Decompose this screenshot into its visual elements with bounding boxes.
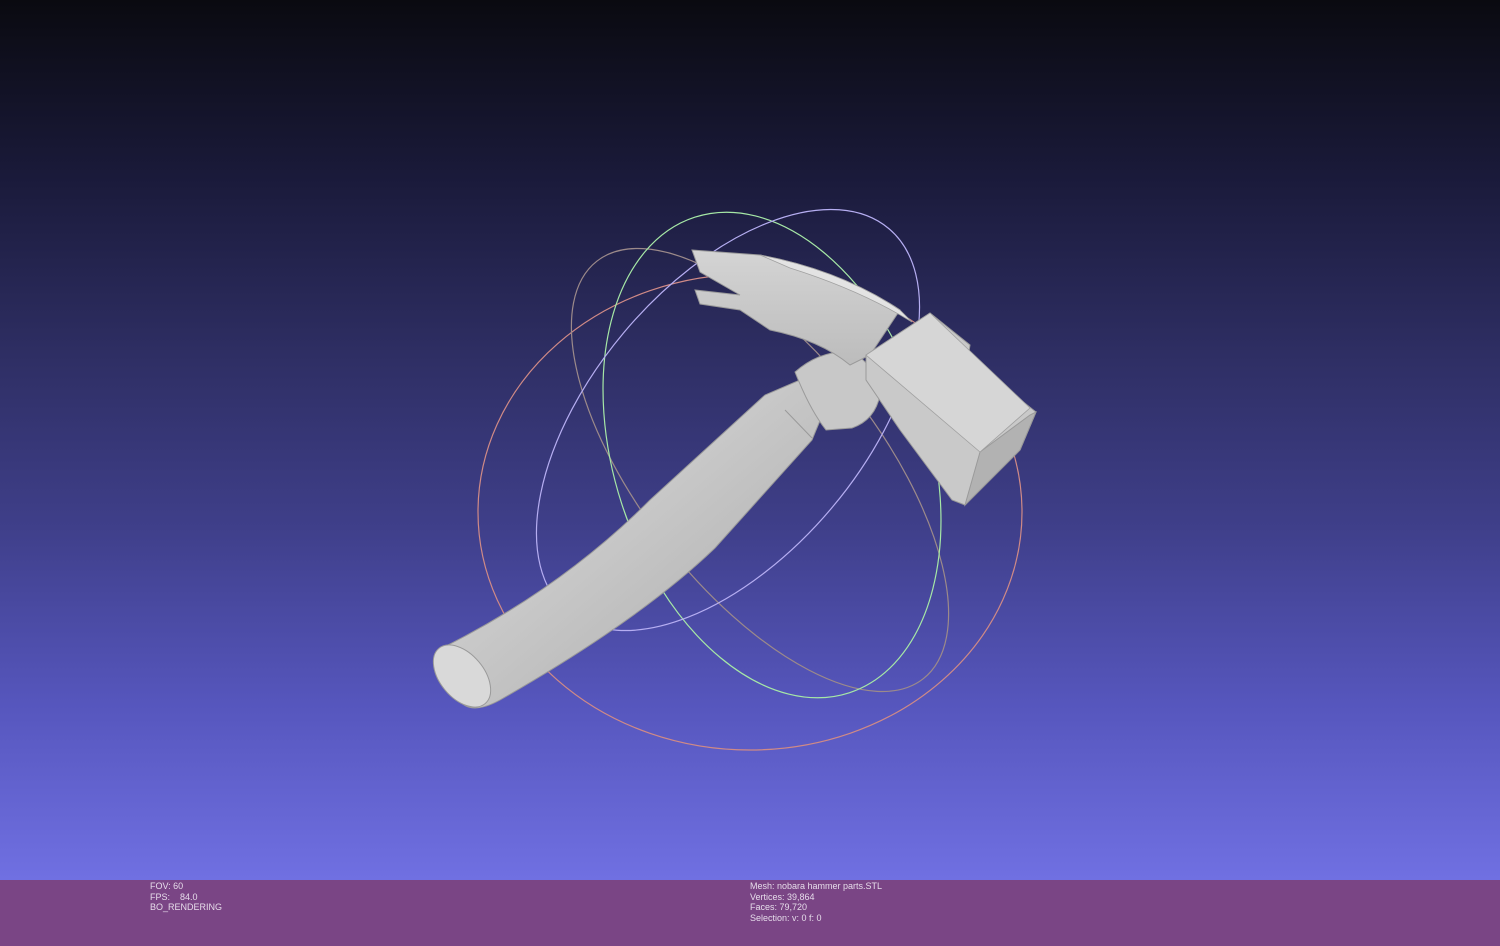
render-info-panel: FOV: 60 FPS: 84.0 BO_RENDERING <box>150 881 222 913</box>
render-mode-readout: BO_RENDERING <box>150 902 223 913</box>
status-bar: FOV: 60 FPS: 84.0 BO_RENDERING Mesh: nob… <box>0 880 1500 946</box>
3d-viewport[interactable] <box>0 0 1500 880</box>
mesh-info-panel: Mesh: nobara hammer parts.STL Vertices: … <box>750 881 882 924</box>
mesh-name-readout: Mesh: nobara hammer parts.STL <box>750 881 883 891</box>
scene-canvas[interactable] <box>0 0 1500 880</box>
faces-readout: Faces: 79,720 <box>750 902 808 913</box>
selection-readout: Selection: v: 0 f: 0 <box>750 913 822 924</box>
vertices-readout: Vertices: 39,864 <box>750 891 815 902</box>
fps-readout: FPS: 84.0 <box>150 891 198 902</box>
fov-readout: FOV: 60 <box>150 881 184 891</box>
